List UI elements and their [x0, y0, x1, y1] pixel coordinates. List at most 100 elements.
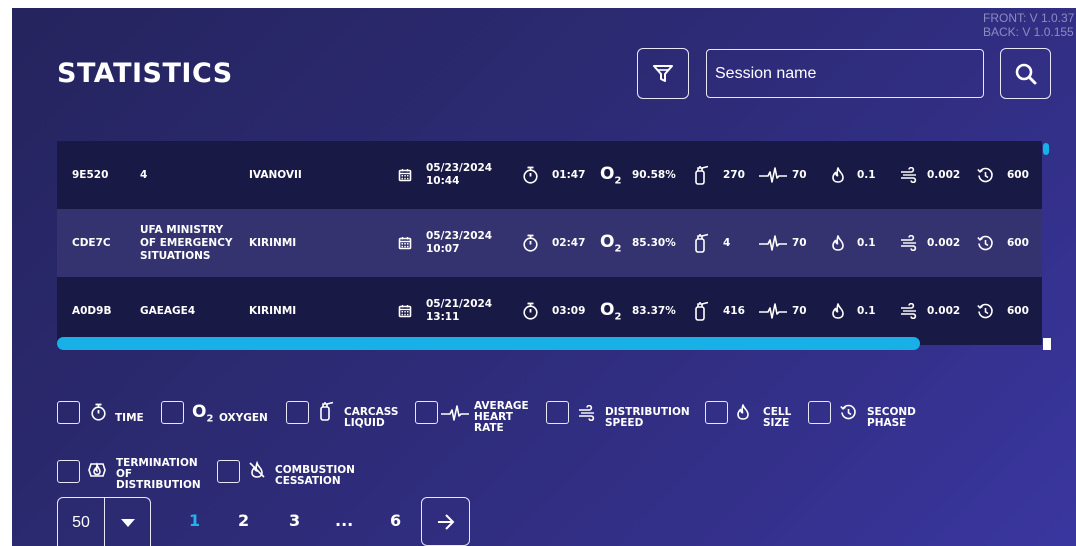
version-info: FRONT: V 1.0.37 BACK: V 1.0.155	[983, 11, 1074, 39]
filter-label[interactable]: CELL SIZE	[763, 407, 791, 429]
search-button[interactable]	[1000, 48, 1051, 99]
org-line: GAEAGE4	[140, 304, 196, 317]
o2-icon: O2	[600, 163, 622, 187]
back-version: BACK: V 1.0.155	[983, 25, 1074, 39]
filter-checkbox[interactable]	[286, 401, 309, 424]
extinguisher-icon	[693, 165, 709, 185]
heart-rate-value: 70	[792, 169, 807, 181]
page-link[interactable]: 6	[390, 511, 401, 530]
heartbeat-icon	[758, 235, 788, 251]
calendar-icon	[398, 236, 412, 250]
page-link[interactable]: 1	[189, 511, 200, 530]
history-icon	[977, 303, 994, 320]
wind-icon	[900, 167, 918, 183]
flame-icon	[831, 235, 845, 251]
statistics-screen: FRONT: V 1.0.37 BACK: V 1.0.155 STATISTI…	[12, 8, 1076, 546]
vertical-scrollbar-thumb[interactable]	[1043, 143, 1049, 155]
wind-icon	[900, 235, 918, 251]
speed-value: 0.002	[927, 305, 961, 317]
filter-label[interactable]: TIME	[115, 413, 144, 424]
filter-checkbox[interactable]	[415, 401, 438, 424]
liquid-value: 270	[723, 169, 745, 181]
page-link[interactable]: 2	[238, 511, 249, 530]
filter-label[interactable]: SECOND PHASE	[867, 407, 916, 429]
phase-value: 600	[1007, 169, 1029, 181]
heartbeat-icon	[440, 405, 470, 425]
oxygen-value: 85.30%	[632, 237, 676, 249]
stopwatch-icon	[522, 234, 539, 252]
speed-value: 0.002	[927, 169, 961, 181]
filter-label[interactable]: COMBUSTION CESSATION	[275, 465, 355, 487]
oxygen-value: 83.37%	[632, 305, 676, 317]
next-page-button[interactable]	[421, 497, 470, 546]
filter-checkbox[interactable]	[217, 460, 240, 483]
page-ellipsis: ...	[335, 511, 354, 530]
filter-label[interactable]: OXYGEN	[219, 413, 268, 424]
page-title: STATISTICS	[57, 58, 233, 89]
filter-label-line: CESSATION	[275, 475, 341, 487]
session-name-input[interactable]	[706, 49, 984, 98]
cell-size-value: 0.1	[857, 305, 876, 317]
filter-checkbox[interactable]	[57, 460, 80, 483]
duration: 01:47	[552, 169, 586, 181]
table-row[interactable]: CDE7C UFA MINISTRY OF EMERGENCY SITUATIONS K…	[57, 209, 1042, 277]
filter-label[interactable]: TERMINATION OF DISTRIBUTION	[116, 458, 201, 491]
filter-button[interactable]	[637, 48, 689, 99]
page-size-dropdown[interactable]	[105, 498, 151, 546]
fire-alarm-icon	[87, 462, 107, 484]
filter-label[interactable]: CARCASS LIQUID	[344, 407, 398, 429]
extinguisher-icon	[693, 233, 709, 253]
stopwatch-icon	[522, 302, 539, 320]
organization: 4	[140, 169, 147, 182]
speed-value: 0.002	[927, 237, 961, 249]
cell-size-value: 0.1	[857, 169, 876, 181]
operator-name: KIRINMI	[249, 237, 297, 249]
filter-label-line: TIME	[115, 412, 144, 424]
table-row[interactable]: 9E520 4 IVANOVII 05/23/2024 10:44 01:47 O2 90.5…	[57, 141, 1042, 209]
flame-icon	[831, 167, 845, 183]
arrow-right-icon	[437, 513, 454, 530]
filter-checkbox[interactable]	[705, 401, 728, 424]
search-icon	[1015, 63, 1036, 84]
o2-icon: O2	[600, 231, 622, 255]
filter-label-line: LIQUID	[344, 417, 385, 429]
o2-icon: O2	[192, 402, 214, 425]
no-fire-icon	[248, 460, 266, 483]
session-time: 13:11	[426, 311, 460, 323]
page-size-select[interactable]: 50	[57, 497, 151, 546]
extinguisher-icon	[693, 301, 709, 321]
session-time: 10:07	[426, 243, 460, 255]
history-icon	[977, 235, 994, 252]
o2-icon: O2	[600, 299, 622, 323]
filter-label[interactable]: AVERAGE HEART RATE	[474, 401, 529, 434]
duration: 02:47	[552, 237, 586, 249]
sessions-table: 9E520 4 IVANOVII 05/23/2024 10:44 01:47 O2 90.5…	[57, 141, 1042, 345]
filter-checkbox[interactable]	[57, 401, 80, 424]
filter-label-line: OXYGEN	[219, 412, 268, 424]
filter-icon	[653, 64, 673, 82]
flame-icon	[831, 303, 845, 319]
liquid-value: 416	[723, 305, 745, 317]
filter-label-line: SPEED	[605, 417, 644, 429]
history-icon	[840, 404, 857, 425]
filter-label-line: SIZE	[763, 417, 790, 429]
org-line: OF EMERGENCY	[140, 236, 233, 249]
org-line: UFA MINISTRY	[140, 223, 224, 236]
phase-value: 600	[1007, 305, 1029, 317]
page-size-value: 50	[58, 498, 105, 546]
filter-label[interactable]: DISTRIBUTION SPEED	[605, 407, 690, 429]
duration: 03:09	[552, 305, 586, 317]
liquid-value: 4	[723, 237, 731, 249]
filter-checkbox[interactable]	[161, 401, 184, 424]
heart-rate-value: 70	[792, 305, 807, 317]
session-date: 05/23/2024	[426, 162, 493, 174]
org-line: SITUATIONS	[140, 249, 211, 262]
table-row[interactable]: A0D9B GAEAGE4 KIRINMI 05/21/2024 13:11 03:09 O…	[57, 277, 1042, 345]
filter-checkbox[interactable]	[546, 401, 569, 424]
filter-checkbox[interactable]	[808, 401, 831, 424]
caret-down-icon	[121, 518, 135, 527]
session-date: 05/23/2024	[426, 230, 493, 242]
stopwatch-icon	[90, 403, 107, 425]
horizontal-scrollbar-thumb[interactable]	[57, 337, 920, 350]
page-link[interactable]: 3	[289, 511, 300, 530]
